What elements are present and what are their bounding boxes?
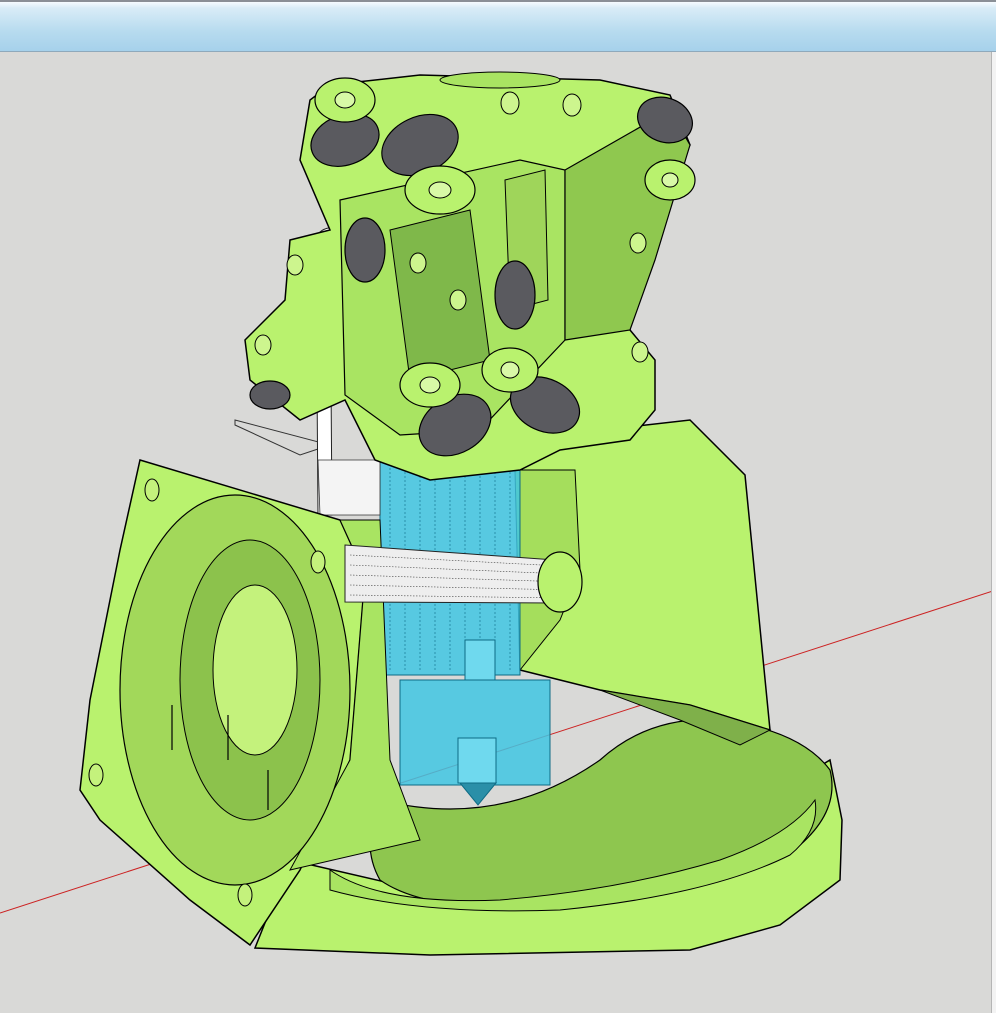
model-canvas[interactable] (0, 52, 996, 1013)
bolt-hole-1 (500, 91, 520, 115)
section-outline (234, 419, 332, 456)
fan-screw-hole-br (237, 883, 253, 907)
bolt-hole-6 (254, 334, 272, 356)
arm-pin-5 (500, 361, 520, 379)
3d-viewport[interactable] (0, 52, 996, 1013)
title-bar (0, 0, 996, 52)
bolt-hole-2 (562, 93, 582, 117)
arm-pin-1 (334, 91, 356, 109)
top-cap (439, 71, 561, 89)
bolt-hole-4 (449, 289, 467, 311)
fan-screw-hole-tr (310, 550, 326, 574)
nozzle-tip (458, 782, 498, 806)
fan-screw-hole-tl (144, 478, 160, 502)
arm-pin-4 (419, 376, 441, 394)
tube-plane (317, 459, 381, 516)
roller-wheel-5 (494, 260, 536, 330)
bolt-hole-5 (286, 254, 304, 276)
bolt-hole-8 (631, 341, 649, 363)
arm-pin-3 (661, 172, 679, 188)
bolt-hole-3 (409, 252, 427, 274)
roller-wheel-8 (249, 380, 291, 410)
bolt-hole-7 (629, 232, 647, 254)
rod-nut (537, 551, 583, 613)
nozzle-throat (464, 639, 496, 681)
arm-pin-2 (428, 181, 452, 199)
roller-wheel-4 (344, 217, 386, 283)
nozzle (457, 737, 497, 784)
sketchup-window (0, 0, 996, 1013)
fan-hub (212, 584, 298, 756)
fan-screw-hole-bl (88, 763, 104, 787)
viewport-right-edge (991, 52, 996, 1013)
